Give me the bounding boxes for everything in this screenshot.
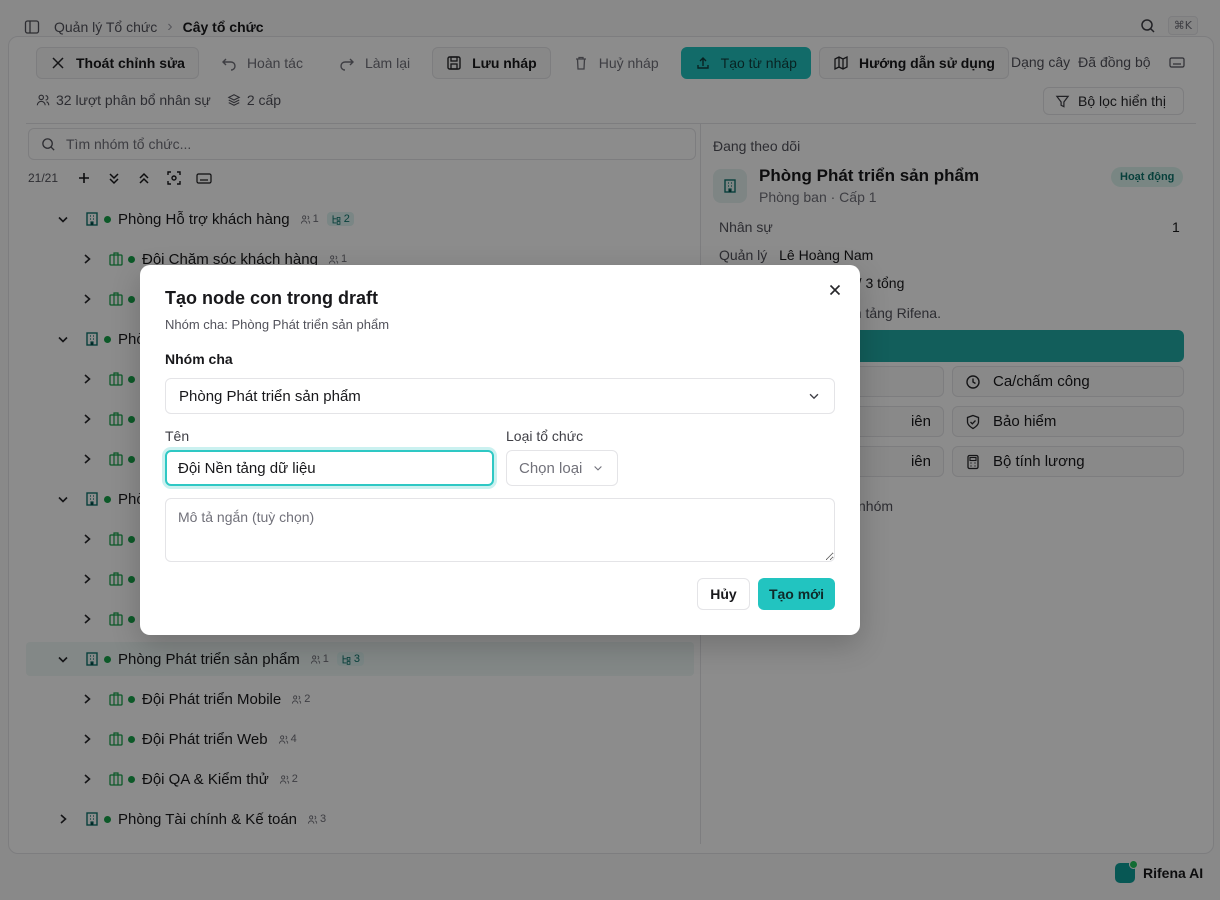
org-type-label: Loại tổ chức bbox=[506, 428, 584, 444]
name-input[interactable] bbox=[165, 450, 494, 486]
chevron-down-icon bbox=[809, 393, 819, 400]
chevron-down-icon bbox=[594, 466, 603, 471]
create-button[interactable]: Tạo mới bbox=[758, 578, 835, 610]
cancel-button[interactable]: Hủy bbox=[697, 578, 750, 610]
dialog-subtitle: Nhóm cha: Phòng Phát triển sản phẩm bbox=[165, 317, 390, 332]
parent-group-label: Nhóm cha bbox=[165, 351, 233, 367]
parent-group-value: Phòng Phát triển sản phẩm bbox=[179, 387, 361, 405]
close-icon[interactable] bbox=[827, 282, 843, 298]
dialog-title: Tạo node con trong draft bbox=[165, 288, 378, 308]
org-type-select[interactable]: Chọn loại bbox=[506, 450, 618, 486]
org-type-placeholder: Chọn loại bbox=[519, 459, 583, 477]
parent-group-select[interactable]: Phòng Phát triển sản phẩm bbox=[165, 378, 835, 414]
description-field[interactable] bbox=[165, 498, 835, 562]
create-child-node-dialog: Tạo node con trong draft Nhóm cha: Phòng… bbox=[140, 265, 860, 635]
name-label: Tên bbox=[165, 428, 190, 444]
